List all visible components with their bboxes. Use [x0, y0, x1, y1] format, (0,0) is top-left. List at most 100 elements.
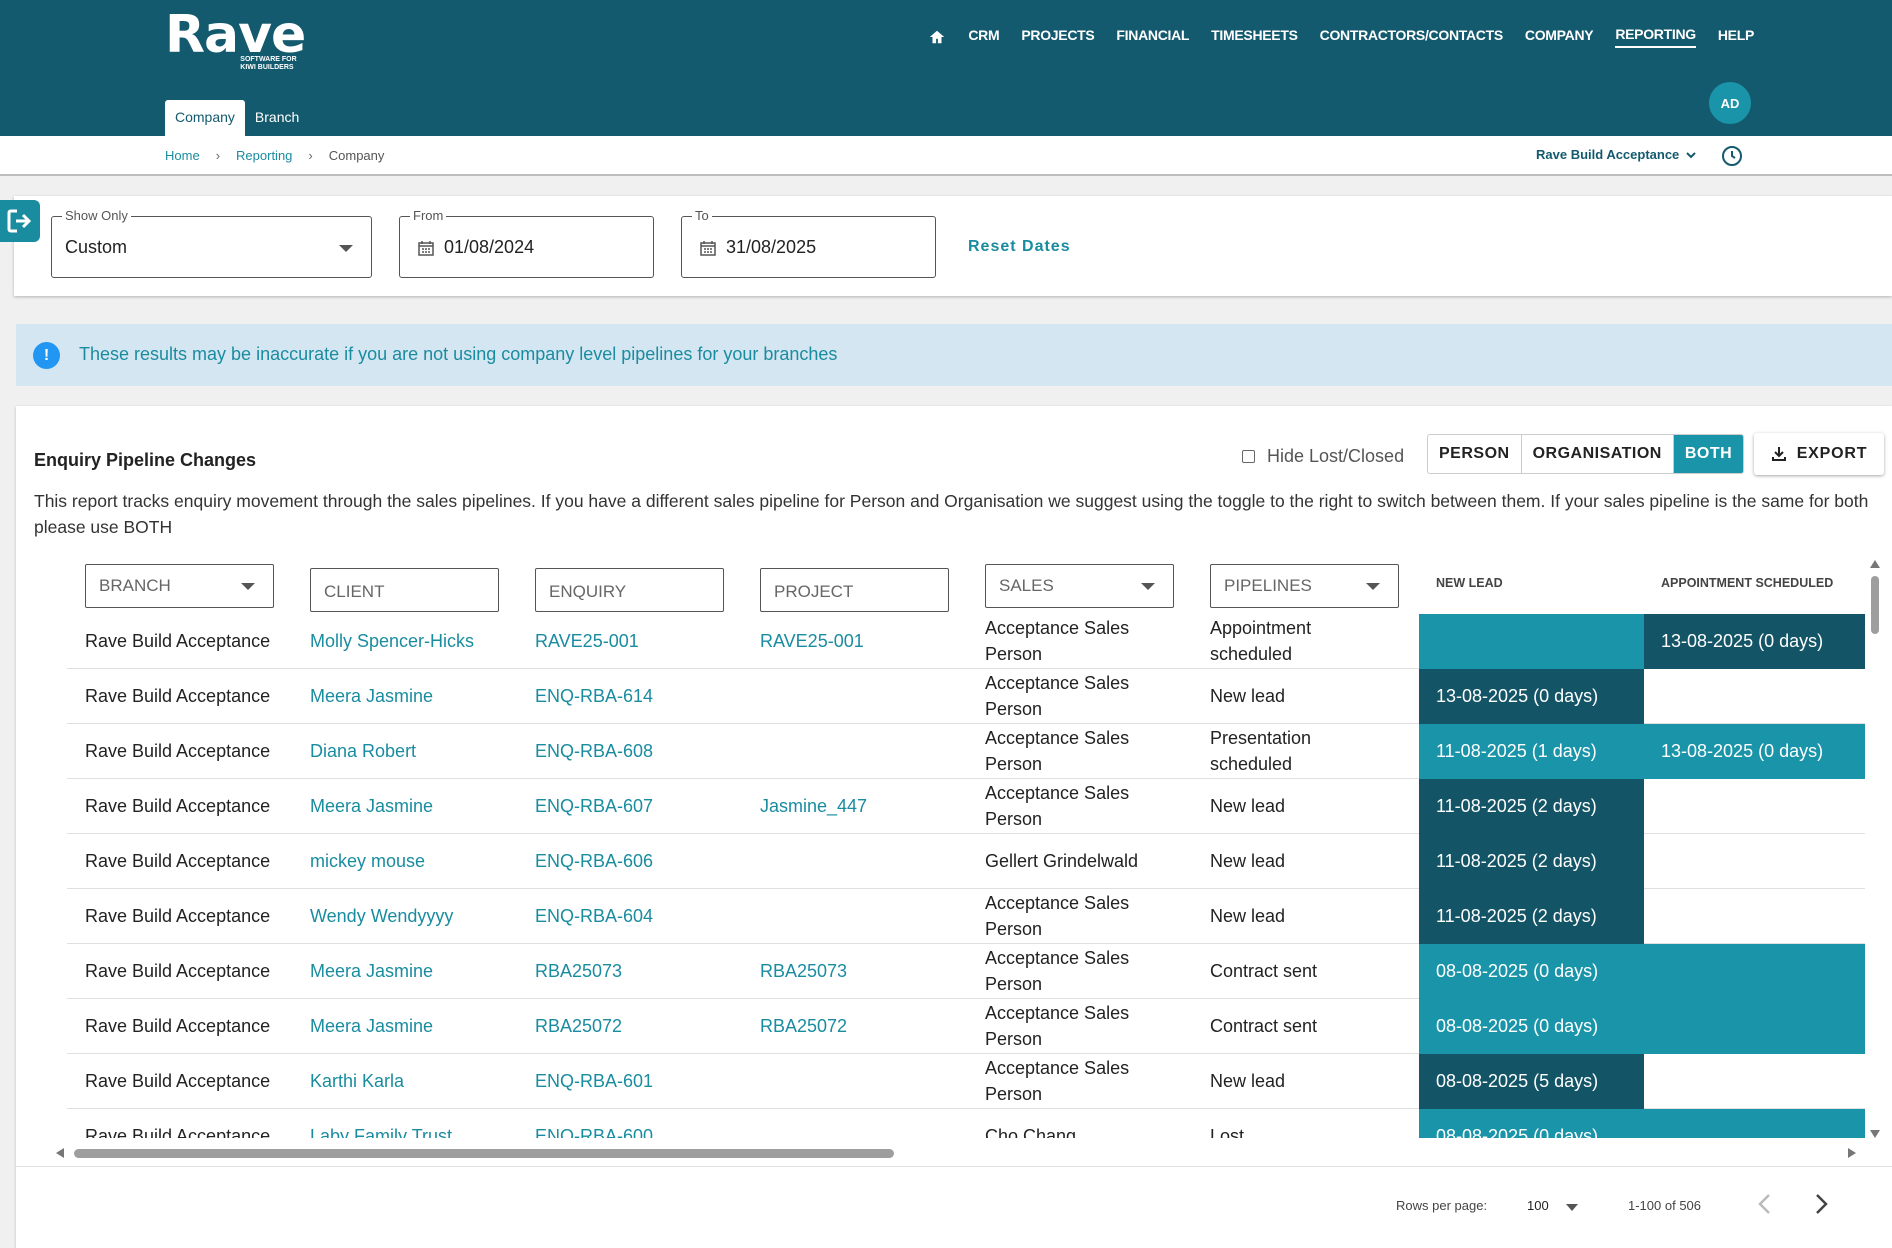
page-range: 1-100 of 506 — [1628, 1198, 1702, 1213]
enquiry-link[interactable]: RAVE25-001 — [535, 614, 639, 668]
client-link[interactable]: Wendy Wendyyyy — [310, 889, 453, 943]
show-only-value: Custom — [65, 237, 128, 257]
table-row[interactable]: 11-08-2025 (2 days) Rave Build Acceptance… — [67, 834, 1865, 889]
pipeline-cell: New lead — [1210, 796, 1286, 816]
enquiry-link[interactable]: RBA25072 — [535, 999, 622, 1053]
export-button[interactable]: EXPORT — [1754, 433, 1884, 475]
enquiry-link[interactable]: ENQ-RBA-607 — [535, 779, 653, 833]
pipeline-cell: New lead — [1210, 851, 1286, 871]
client-link[interactable]: Karthi Karla — [310, 1054, 404, 1108]
caret-down-icon[interactable] — [1566, 1204, 1578, 1211]
client-link[interactable]: Laby Family Trust — [310, 1109, 452, 1138]
next-page-icon[interactable] — [1806, 1189, 1836, 1219]
client-filter[interactable]: CLIENT — [310, 568, 499, 612]
avatar[interactable]: AD — [1707, 80, 1753, 126]
breadcrumb: Home › Reporting › Company — [165, 148, 384, 163]
toggle-organisation[interactable]: ORGANISATION — [1522, 435, 1674, 473]
enquiry-link[interactable]: ENQ-RBA-606 — [535, 834, 653, 888]
project-link[interactable]: Jasmine_447 — [760, 779, 867, 833]
history-icon[interactable] — [1720, 144, 1744, 168]
tab-company[interactable]: Company — [165, 100, 245, 136]
enquiry-link[interactable]: ENQ-RBA-604 — [535, 889, 653, 943]
previous-page-icon[interactable] — [1750, 1189, 1780, 1219]
table-row[interactable]: 08-08-2025 (0 days) Rave Build Acceptance… — [67, 1109, 1865, 1138]
rave-logo[interactable]: Rave SOFTWARE FOR KIWI BUILDERS — [165, 5, 306, 71]
table-row[interactable]: 13-08-2025 (0 days) Rave Build Acceptance… — [67, 669, 1865, 724]
nav-help[interactable]: HELP — [1718, 27, 1754, 47]
reset-dates-button[interactable]: Reset Dates — [968, 238, 1071, 256]
toggle-both[interactable]: BOTH — [1673, 435, 1744, 473]
breadcrumb-reporting[interactable]: Reporting — [236, 148, 292, 163]
table-row[interactable]: 08-08-2025 (5 days) Rave Build Acceptance… — [67, 1054, 1865, 1109]
enquiry-link[interactable]: RBA25073 — [535, 944, 622, 998]
project-link[interactable]: RBA25073 — [760, 944, 847, 998]
scroll-down-icon[interactable] — [1870, 1130, 1880, 1138]
horizontal-scrollbar[interactable] — [56, 1146, 1856, 1160]
nav-crm[interactable]: CRM — [968, 27, 999, 47]
project-filter[interactable]: PROJECT — [760, 568, 949, 612]
toggle-person[interactable]: PERSON — [1428, 435, 1522, 473]
table-row[interactable]: 11-08-2025 (2 days) Rave Build Acceptance… — [67, 889, 1865, 944]
scroll-up-icon[interactable] — [1870, 560, 1880, 568]
home-icon[interactable] — [928, 28, 946, 46]
nav-projects[interactable]: PROJECTS — [1021, 27, 1094, 47]
to-label: To — [692, 208, 712, 223]
table-row[interactable]: 11-08-2025 (2 days) Rave Build Acceptance… — [67, 779, 1865, 834]
new-lead-cell: 11-08-2025 (1 days) — [1419, 724, 1644, 779]
nav-reporting[interactable]: REPORTING — [1615, 26, 1696, 48]
client-link[interactable]: Meera Jasmine — [310, 999, 433, 1053]
table-row[interactable]: 11-08-2025 (1 days) 13-08-2025 (0 days) Ra… — [67, 724, 1865, 779]
header-new-lead: NEW LEAD — [1436, 576, 1503, 590]
client-link[interactable]: Meera Jasmine — [310, 779, 433, 833]
enquiry-link[interactable]: ENQ-RBA-600 — [535, 1109, 653, 1138]
export-label: EXPORT — [1796, 445, 1868, 462]
table-row[interactable]: 13-08-2025 (0 days) Rave Build Acceptance… — [67, 614, 1865, 669]
breadcrumb-home[interactable]: Home — [165, 148, 200, 163]
enquiry-link[interactable]: ENQ-RBA-601 — [535, 1054, 653, 1108]
project-link[interactable]: RBA25072 — [760, 999, 847, 1053]
scroll-right-icon[interactable] — [1848, 1148, 1856, 1158]
enquiry-link[interactable]: ENQ-RBA-614 — [535, 669, 653, 723]
branch-cell: Rave Build Acceptance — [85, 796, 271, 816]
table-row[interactable]: 08-08-2025 (0 days) Rave Build Acceptance… — [67, 944, 1865, 999]
nav-company[interactable]: COMPANY — [1525, 27, 1594, 47]
client-link[interactable]: Molly Spencer-Hicks — [310, 614, 474, 668]
nav-financial[interactable]: FINANCIAL — [1116, 27, 1189, 47]
to-date-field[interactable]: To 31/08/2025 — [681, 208, 936, 278]
from-date-field[interactable]: From 01/08/2024 — [399, 208, 654, 278]
tab-branch[interactable]: Branch — [245, 100, 309, 136]
hide-lost-checkbox[interactable] — [1242, 450, 1255, 463]
exit-sidebar-button[interactable] — [0, 200, 40, 242]
branch-cell: Rave Build Acceptance — [85, 631, 271, 651]
pipeline-cell: Appointment scheduled — [1210, 618, 1312, 664]
client-link[interactable]: mickey mouse — [310, 834, 425, 888]
nav-contractors-contacts[interactable]: CONTRACTORS/CONTACTS — [1320, 27, 1504, 47]
hide-lost-toggle[interactable]: Hide Lost/Closed — [1242, 446, 1404, 467]
pipelines-filter[interactable]: PIPELINES — [1210, 564, 1399, 608]
client-filter-label: CLIENT — [324, 582, 385, 601]
project-link[interactable]: RAVE25-001 — [760, 614, 864, 668]
client-link[interactable]: Meera Jasmine — [310, 944, 433, 998]
enquiry-link[interactable]: ENQ-RBA-608 — [535, 724, 653, 778]
logo-word: Rave — [165, 5, 306, 65]
scroll-left-icon[interactable] — [56, 1148, 64, 1158]
vertical-scrollbar[interactable] — [1869, 558, 1881, 1140]
caret-down-icon — [241, 583, 255, 590]
nav-timesheets[interactable]: TIMESHEETS — [1211, 27, 1298, 47]
breadcrumb-bar: Home › Reporting › Company Rave Build Ac… — [0, 136, 1892, 176]
report-tabs: Company Branch — [165, 100, 309, 136]
chevron-right-icon: › — [308, 148, 313, 163]
client-link[interactable]: Meera Jasmine — [310, 669, 433, 723]
show-only-select[interactable]: Show Only Custom — [51, 208, 372, 278]
rows-per-page-label: Rows per page: — [1396, 1198, 1488, 1213]
account-selector[interactable]: Rave Build Acceptance — [1536, 147, 1697, 162]
vertical-scroll-thumb[interactable] — [1871, 576, 1879, 634]
rows-per-page-select[interactable]: 100 — [1527, 1198, 1549, 1213]
sales-filter[interactable]: SALES — [985, 564, 1174, 608]
branch-filter[interactable]: BRANCH — [85, 564, 274, 608]
client-link[interactable]: Diana Robert — [310, 724, 416, 778]
to-date-value: 31/08/2025 — [726, 237, 817, 257]
enquiry-filter[interactable]: ENQUIRY — [535, 568, 724, 612]
table-row[interactable]: 08-08-2025 (0 days) Rave Build Acceptance… — [67, 999, 1865, 1054]
horizontal-scroll-thumb[interactable] — [74, 1149, 894, 1158]
